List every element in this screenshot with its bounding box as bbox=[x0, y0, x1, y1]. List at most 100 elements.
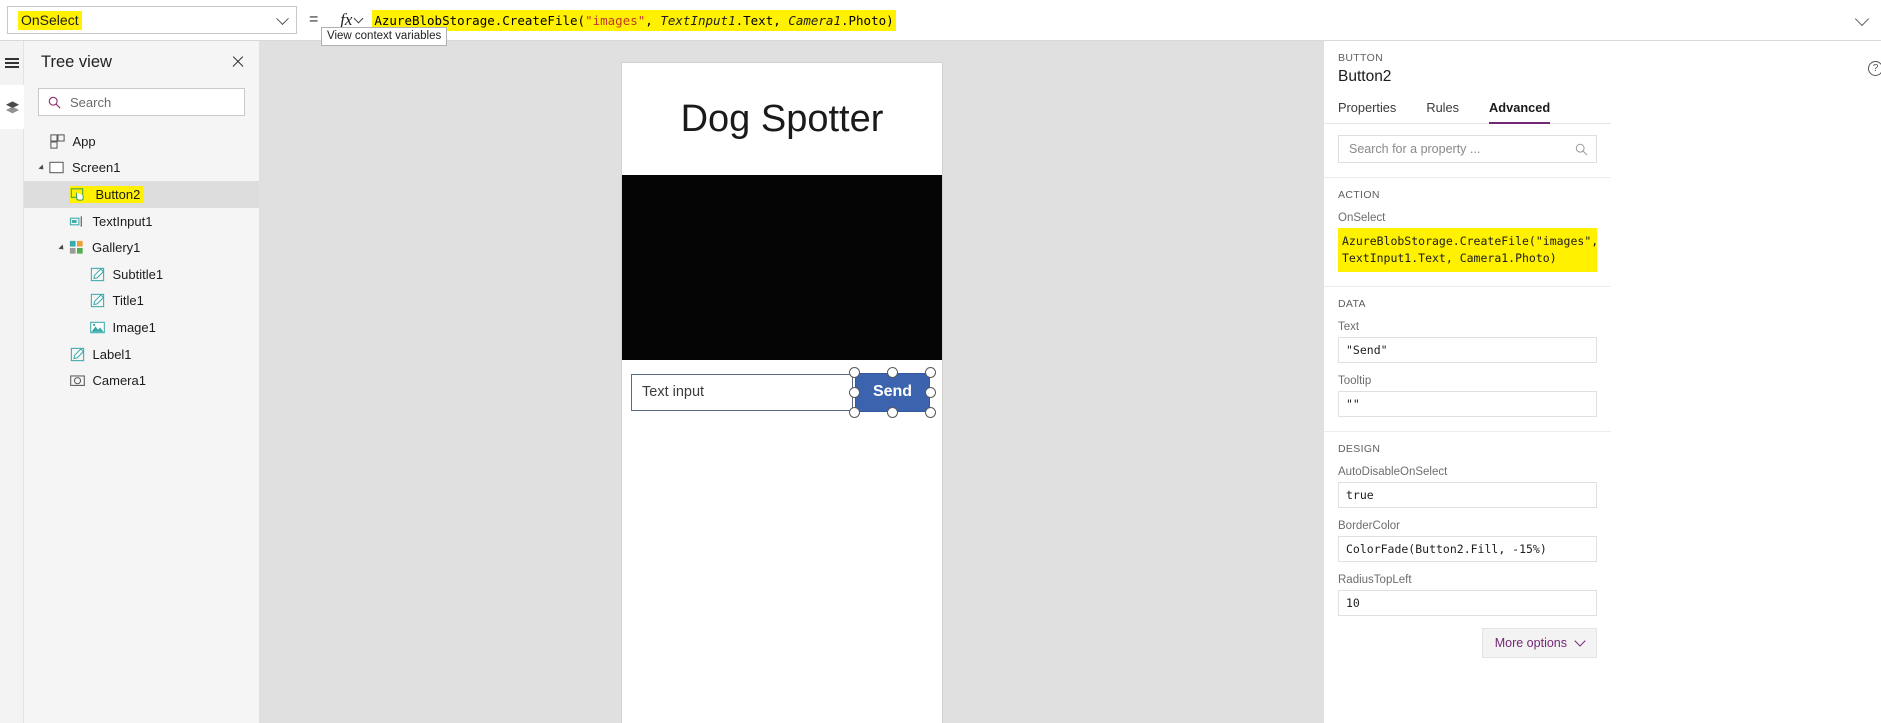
formula-token: AzureBlobStorage.CreateFile( bbox=[374, 12, 586, 28]
close-icon[interactable] bbox=[231, 55, 245, 69]
tree-item-icon-wrapper bbox=[49, 133, 73, 150]
tree-item-subtitle1[interactable]: Subtitle1 bbox=[24, 261, 259, 288]
formula-input[interactable]: AzureBlobStorage.CreateFile("images", Te… bbox=[372, 0, 1881, 41]
property-field-text: Text "Send" bbox=[1338, 321, 1597, 363]
section-title: DATA bbox=[1338, 298, 1366, 310]
search-icon bbox=[48, 96, 61, 108]
resize-handle-middle-left[interactable] bbox=[849, 386, 860, 398]
search-icon bbox=[1575, 143, 1588, 155]
app-title-label: Dog Spotter bbox=[680, 97, 884, 140]
resize-handle-top-left[interactable] bbox=[849, 366, 860, 378]
tree-view-header: Tree view bbox=[24, 41, 259, 83]
chevron-down-icon bbox=[1574, 635, 1586, 647]
label-icon bbox=[90, 267, 104, 281]
property-field-onselect: OnSelect AzureBlobStorage.CreateFile("ima… bbox=[1338, 212, 1598, 272]
property-label: AutoDisableOnSelect bbox=[1338, 466, 1448, 478]
tree-item-label1[interactable]: Label1 bbox=[24, 341, 259, 368]
tree-item-app[interactable]: App bbox=[24, 128, 259, 155]
control-name-label: Button2 bbox=[1338, 68, 1392, 85]
property-value-input[interactable]: true bbox=[1338, 482, 1597, 508]
property-label: RadiusTopLeft bbox=[1338, 574, 1412, 586]
property-label: Tooltip bbox=[1338, 375, 1372, 387]
tree-item-label: Screen1 bbox=[72, 160, 121, 176]
help-icon[interactable]: ? bbox=[1868, 61, 1881, 76]
resize-handle-top-center[interactable] bbox=[887, 366, 898, 378]
expander-caret-icon[interactable] bbox=[58, 244, 66, 252]
formula-text: AzureBlobStorage.CreateFile("images", Te… bbox=[372, 9, 896, 31]
tree-item-icon-wrapper bbox=[89, 319, 113, 336]
resize-handle-middle-right[interactable] bbox=[925, 386, 936, 398]
resize-handle-bottom-right[interactable] bbox=[925, 406, 936, 418]
chevron-down-icon[interactable] bbox=[1854, 11, 1870, 26]
tree-item-icon-wrapper bbox=[89, 266, 113, 283]
tab-rules[interactable]: Rules bbox=[1426, 96, 1459, 123]
resize-handle-bottom-center[interactable] bbox=[887, 406, 898, 418]
tree-item-textinput1[interactable]: TextInput1 bbox=[24, 208, 259, 235]
formula-token: , bbox=[645, 12, 661, 28]
tree-item-image1[interactable]: Image1 bbox=[24, 314, 259, 341]
tree-item-icon-wrapper bbox=[68, 239, 92, 256]
formula-token: "images" bbox=[585, 12, 646, 28]
tree-item-camera1[interactable]: Camera1 bbox=[24, 367, 259, 394]
send-button[interactable]: Send bbox=[849, 366, 936, 418]
tree-item-gallery1[interactable]: Gallery1 bbox=[24, 234, 259, 261]
resize-handle-top-right[interactable] bbox=[925, 366, 936, 378]
label-icon bbox=[70, 347, 84, 361]
camera-preview[interactable] bbox=[622, 175, 942, 360]
property-field-autodisableonselect: AutoDisableOnSelect true bbox=[1338, 466, 1597, 508]
context-variables-tooltip: View context variables bbox=[321, 27, 448, 46]
property-value-input[interactable]: "Send" bbox=[1338, 337, 1597, 363]
property-value-input[interactable]: "" bbox=[1338, 391, 1597, 417]
section-action: ACTION OnSelect AzureBlobStorage.CreateFil… bbox=[1324, 177, 1611, 272]
property-value-input[interactable]: ColorFade(Button2.Fill, -15%) bbox=[1338, 536, 1597, 562]
tree-view-search-wrapper: Search bbox=[24, 83, 259, 125]
chevron-down-icon bbox=[276, 12, 289, 26]
tree-item-label: Image1 bbox=[112, 319, 156, 335]
powerapps-studio: OnSelect = fx AzureBlobStorage.CreateFil… bbox=[0, 0, 1881, 723]
tree-item-label: Gallery1 bbox=[92, 240, 141, 256]
property-search-wrapper: Search for a property ... bbox=[1324, 124, 1611, 163]
tree-item-icon-wrapper bbox=[89, 292, 113, 309]
canvas-area: Dog Spotter Text input Send bbox=[260, 41, 1323, 723]
left-icon-rail bbox=[0, 41, 24, 723]
more-options-row: More options bbox=[1324, 628, 1611, 658]
formula-token: TextInput1 bbox=[660, 12, 736, 28]
control-kind-label: BUTTON bbox=[1338, 52, 1384, 64]
formula-token: .Text, bbox=[735, 12, 789, 28]
tree-view-list: App Screen1 Button2 TextInput1 Gallery1 Subti… bbox=[24, 125, 259, 394]
properties-panel-header: BUTTON Button2 ? bbox=[1324, 41, 1881, 86]
tree-view-rail-button[interactable] bbox=[0, 85, 24, 129]
tree-item-icon-wrapper bbox=[48, 159, 72, 176]
property-value-input[interactable]: AzureBlobStorage.CreateFile("images", Te… bbox=[1338, 228, 1598, 272]
property-label: BorderColor bbox=[1338, 520, 1400, 532]
property-value-input[interactable]: 10 bbox=[1338, 590, 1597, 616]
resize-handle-bottom-left[interactable] bbox=[849, 406, 860, 418]
tree-search-input[interactable]: Search bbox=[38, 88, 245, 116]
property-field-bordercolor: BorderColor ColorFade(Button2.Fill, -15%) bbox=[1338, 520, 1597, 562]
tree-view-panel: Tree view Search App Screen1 Button2 TextIn… bbox=[24, 41, 260, 723]
more-options-button[interactable]: More options bbox=[1481, 628, 1597, 658]
app-preview-screen: Dog Spotter Text input Send bbox=[622, 63, 942, 723]
section-title: ACTION bbox=[1338, 189, 1380, 201]
property-search-input[interactable]: Search for a property ... bbox=[1338, 135, 1597, 163]
text-input-control[interactable]: Text input bbox=[631, 373, 853, 411]
property-dropdown-value: OnSelect bbox=[18, 10, 82, 30]
tab-advanced[interactable]: Advanced bbox=[1489, 96, 1551, 125]
label-icon bbox=[90, 294, 104, 308]
section-title: DESIGN bbox=[1338, 443, 1381, 455]
tree-item-label: Label1 bbox=[92, 346, 132, 362]
properties-panel-inner: BUTTON Button2 ? Properties Rules Advanced… bbox=[1324, 41, 1881, 658]
expander-caret-icon[interactable] bbox=[38, 164, 46, 172]
tree-item-screen1[interactable]: Screen1 bbox=[24, 155, 259, 182]
tree-item-label: Title1 bbox=[112, 293, 144, 309]
property-dropdown[interactable]: OnSelect bbox=[7, 6, 297, 34]
property-sections: ACTION OnSelect AzureBlobStorage.CreateFil… bbox=[1324, 177, 1611, 616]
tree-item-label: Subtitle1 bbox=[112, 266, 164, 282]
tree-item-button2[interactable]: Button2 bbox=[24, 181, 259, 208]
tree-item-title1[interactable]: Title1 bbox=[24, 288, 259, 315]
screen-controls-row: Text input Send bbox=[622, 360, 942, 424]
tab-properties[interactable]: Properties bbox=[1338, 96, 1396, 123]
hamburger-menu-button[interactable] bbox=[0, 41, 24, 85]
camera-icon bbox=[69, 375, 85, 387]
property-search-placeholder: Search for a property ... bbox=[1349, 142, 1481, 156]
